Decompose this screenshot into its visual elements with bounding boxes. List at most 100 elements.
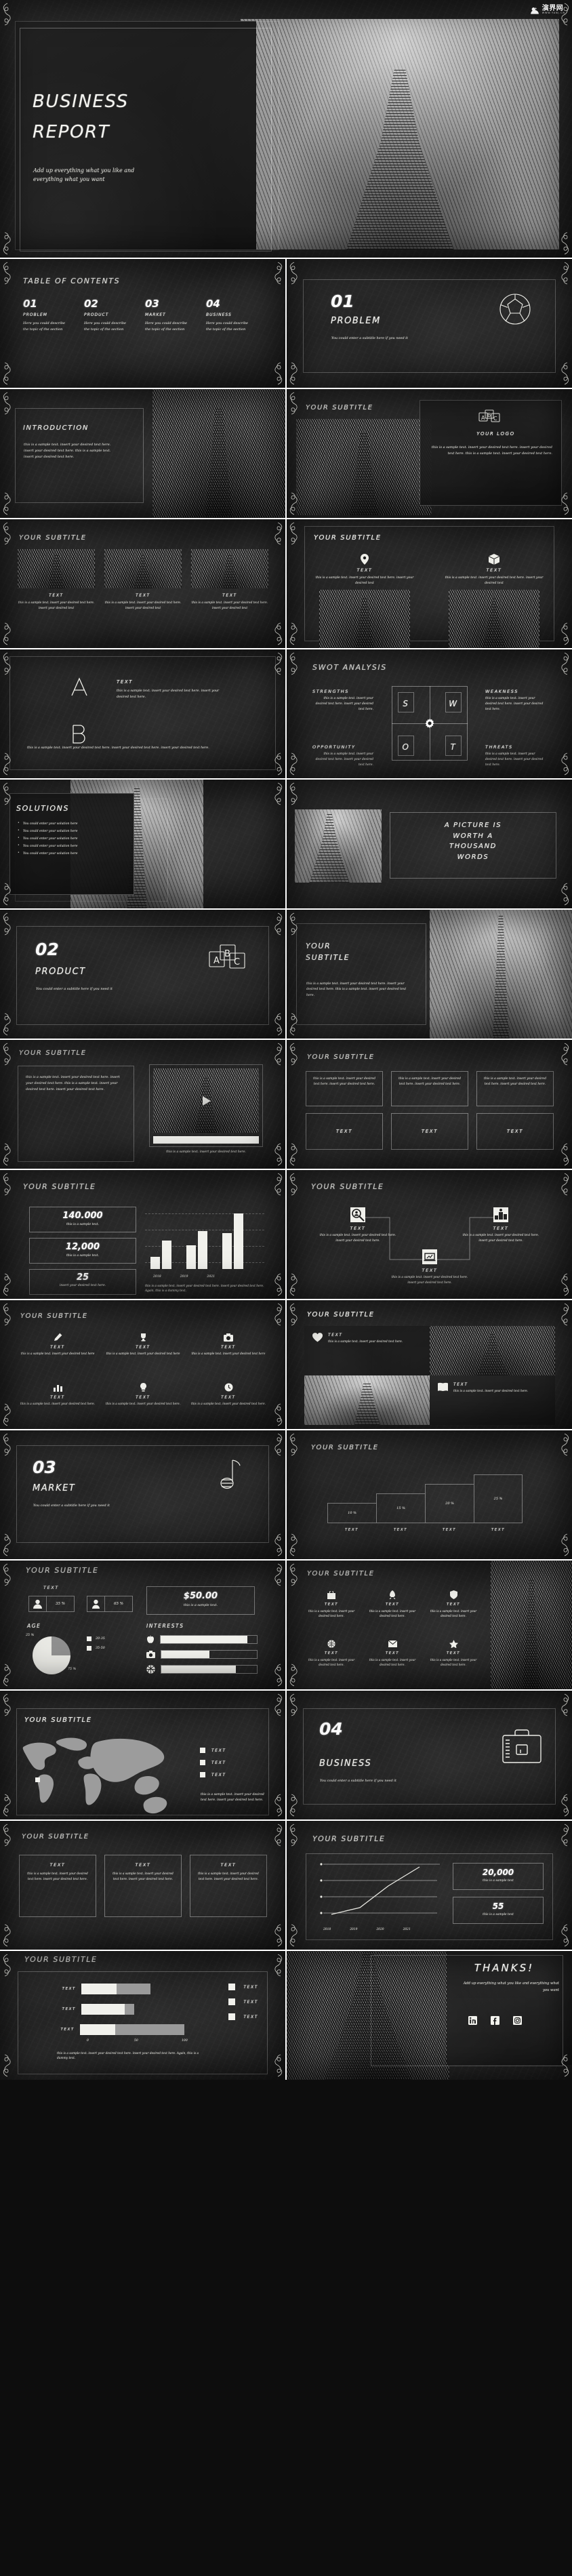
process-step[interactable]: TEXT this is a sample text. insert your … bbox=[390, 1249, 470, 1285]
slide-section-04[interactable]: 04 BUSINESS You could enter a subtitle h… bbox=[287, 1691, 572, 1819]
mosaic-cell[interactable]: TEXT this is a sample text. insert your … bbox=[430, 1375, 555, 1425]
icon-card[interactable]: TEXT this is a sample text. insert your … bbox=[426, 1636, 481, 1668]
icon-card[interactable]: TEXT this is a sample text. insert your … bbox=[190, 1330, 267, 1357]
kpi-box[interactable]: 20,000 this is a sample text bbox=[453, 1863, 544, 1890]
text-card[interactable]: this is a sample text. insert your desir… bbox=[476, 1071, 554, 1106]
slide-horizontal-bar-chart[interactable]: YOUR SUBTITLE TEXT TEXT TEXT 0 50 100 TE… bbox=[0, 1951, 285, 2080]
process-step[interactable]: TEXT this is a sample text. insert your … bbox=[461, 1207, 541, 1243]
mosaic-cell[interactable]: TEXT this is a sample text. insert your … bbox=[304, 1326, 430, 1375]
slide-section-03[interactable]: 03 MARKET You could enter a subtitle her… bbox=[0, 1430, 285, 1559]
label-card[interactable]: TEXT bbox=[476, 1113, 554, 1150]
slide-three-photo-cards[interactable]: YOUR SUBTITLE TEXT this is a sample text… bbox=[0, 519, 285, 648]
slide-subtitle-photo[interactable]: YOUR SUBTITLE this is a sample text. ins… bbox=[287, 910, 572, 1039]
icon-card[interactable]: TEXT this is a sample text. insert your … bbox=[304, 1588, 359, 1619]
ornament-icon bbox=[272, 362, 283, 385]
toc-item-04[interactable]: 04 BUSINESS Here you could describe the … bbox=[206, 298, 267, 332]
linkedin-icon[interactable] bbox=[468, 2016, 477, 2025]
slide-section-01[interactable]: 01 PROBLEM You could enter a subtitle he… bbox=[287, 259, 572, 388]
toc-item-03[interactable]: 03 MARKET Here you could describe the to… bbox=[145, 298, 206, 332]
icon-card[interactable]: TEXT this is a sample text. insert your … bbox=[304, 1636, 359, 1668]
slide-ab-letters[interactable]: TEXT this is a sample text. insert your … bbox=[0, 649, 285, 778]
slide-three-box-cards[interactable]: YOUR SUBTITLE this is a sample text. ins… bbox=[287, 1040, 572, 1169]
label-card[interactable]: TEXT bbox=[306, 1113, 383, 1150]
process-step[interactable]: TEXT this is a sample text. insert your … bbox=[318, 1207, 398, 1243]
photo-card[interactable]: TEXT this is a sample text. insert your … bbox=[18, 549, 95, 611]
text-card[interactable]: this is a sample text. insert your desir… bbox=[391, 1071, 468, 1106]
price-box[interactable]: $50.00 this is a sample text. bbox=[146, 1586, 255, 1615]
legend-label: TEXT bbox=[243, 1984, 258, 1990]
watermark-url: WWW.YANJ.CN bbox=[542, 12, 565, 15]
photo-card[interactable]: TEXT this is a sample text. insert your … bbox=[191, 549, 268, 611]
timeline-step[interactable]: 15 % TEXT bbox=[376, 1493, 425, 1532]
list-item[interactable]: You could enter your solution here bbox=[18, 836, 99, 842]
slide-table-of-contents[interactable]: TABLE OF CONTENTS 01 PROBLEM Here you co… bbox=[0, 259, 285, 388]
icon-card[interactable]: TEXT this is a sample text. insert your … bbox=[365, 1588, 420, 1619]
icon-card[interactable]: TEXT this is a sample text. insert your … bbox=[314, 552, 415, 587]
hbar-legend: TEXT TEXT TEXT bbox=[228, 1984, 258, 2020]
legend-swatch bbox=[87, 1636, 91, 1641]
slide-process[interactable]: YOUR SUBTITLE TEXT this is a sample text… bbox=[287, 1170, 572, 1299]
text-card[interactable]: this is a sample text. insert your desir… bbox=[306, 1071, 383, 1106]
slide-six-icon-cards[interactable]: YOUR SUBTITLE TEXT this is a sample text… bbox=[0, 1300, 285, 1429]
toc-item-01[interactable]: 01 PROBLEM Here you could describe the t… bbox=[23, 298, 84, 332]
swot-threats[interactable]: THREATS this is a sample text. insert yo… bbox=[485, 744, 546, 768]
toc-item-02[interactable]: 02 PRODUCT Here you could describe the t… bbox=[84, 298, 145, 332]
map-marker[interactable] bbox=[35, 1777, 40, 1782]
facebook-icon[interactable] bbox=[491, 2016, 499, 2025]
list-item[interactable]: You could enter your solution here bbox=[18, 843, 99, 849]
list-item[interactable]: You could enter your solution here bbox=[18, 821, 99, 827]
icon-card[interactable]: TEXT this is a sample text. insert your … bbox=[104, 1380, 182, 1407]
icon-card[interactable]: TEXT this is a sample text. insert your … bbox=[19, 1330, 96, 1357]
slide-quote[interactable]: A PICTURE IS WORTH A THOUSAND WORDS bbox=[287, 780, 572, 908]
icon-card[interactable]: TEXT this is a sample text. insert your … bbox=[365, 1636, 420, 1668]
icon-card[interactable]: TEXT this is a sample text. insert your … bbox=[426, 1588, 481, 1619]
slide-line-chart[interactable]: YOUR SUBTITLE 2018 2019 2020 2021 20,000… bbox=[287, 1821, 572, 1950]
video-player[interactable] bbox=[149, 1064, 263, 1147]
slide-solutions[interactable]: SOLUTIONS You could enter your solution … bbox=[0, 780, 285, 908]
slide-demographics[interactable]: YOUR SUBTITLE TEXT 35 % 65 % $50.00 this… bbox=[0, 1561, 285, 1689]
swot-strengths[interactable]: STRENGTHS this is a sample text. insert … bbox=[312, 689, 373, 712]
text-card[interactable]: TEXT this is a sample text. insert your … bbox=[190, 1855, 267, 1917]
video-progress-bar[interactable] bbox=[153, 1136, 259, 1144]
list-item[interactable]: You could enter your solution here bbox=[18, 828, 99, 834]
text-card[interactable]: TEXT this is a sample text. insert your … bbox=[19, 1855, 96, 1917]
timeline-step[interactable]: 10 % TEXT bbox=[327, 1503, 376, 1532]
icon-card[interactable]: TEXT this is a sample text. insert your … bbox=[19, 1380, 96, 1407]
instagram-icon[interactable] bbox=[513, 2016, 522, 2025]
slide-three-text-cards[interactable]: YOUR SUBTITLE TEXT this is a sample text… bbox=[0, 1821, 285, 1950]
swot-weakness[interactable]: WEAKNESS this is a sample text. insert y… bbox=[485, 689, 546, 712]
slide-section-02[interactable]: 02 PRODUCT You could enter a subtitle he… bbox=[0, 910, 285, 1039]
slide-two-icon-cards[interactable]: YOUR SUBTITLE TEXT this is a sample text… bbox=[287, 519, 572, 648]
ornament-icon bbox=[289, 1043, 300, 1066]
icon-card[interactable]: TEXT this is a sample text. insert your … bbox=[190, 1380, 267, 1407]
play-icon[interactable] bbox=[201, 1095, 211, 1106]
icon-card[interactable]: TEXT this is a sample text. insert your … bbox=[104, 1330, 182, 1357]
gender-stat-man[interactable]: 35 % bbox=[28, 1596, 75, 1612]
slide-timeline-steps[interactable]: YOUR SUBTITLE 10 % TEXT 15 % TEXT 20 % T… bbox=[287, 1430, 572, 1559]
timeline-step[interactable]: 25 % TEXT bbox=[474, 1474, 523, 1532]
label-card[interactable]: TEXT bbox=[391, 1113, 468, 1150]
slide-subtitle: YOUR SUBTITLE bbox=[22, 1833, 89, 1840]
slide-mosaic[interactable]: YOUR SUBTITLE TEXT this is a sample text… bbox=[287, 1300, 572, 1429]
slide-icons-with-photo[interactable]: YOUR SUBTITLE TEXT this is a sample text… bbox=[287, 1561, 572, 1689]
kpi-box[interactable]: 140.000 this is a sample text. bbox=[29, 1207, 136, 1232]
timeline-step[interactable]: 20 % TEXT bbox=[425, 1484, 474, 1532]
kpi-box[interactable]: 12,000 this is a sample text. bbox=[29, 1238, 136, 1264]
swot-opportunity[interactable]: OPPORTUNITY this is a sample text. inser… bbox=[312, 744, 373, 768]
kpi-box[interactable]: 55 this is a sample text bbox=[453, 1897, 544, 1924]
slide-introduction[interactable]: INTRODUCTION this is a sample text. inse… bbox=[0, 389, 285, 518]
slide-world-map[interactable]: YOUR SUBTITLE TEXT TEXT TEXT this is a s… bbox=[0, 1691, 285, 1819]
slide-your-logo[interactable]: YOUR SUBTITLE A B C YOUR LOGO this is a … bbox=[287, 389, 572, 518]
gender-stat-woman[interactable]: 65 % bbox=[87, 1596, 133, 1612]
kpi-box[interactable]: 25 insert your desired text here. bbox=[29, 1269, 136, 1295]
slide-cover[interactable]: 演界网 WWW.YANJ.CN BUSINESS REPORT Add up e… bbox=[0, 0, 572, 258]
ornament-icon bbox=[272, 622, 283, 645]
slide-video[interactable]: YOUR SUBTITLE this is a sample text. ins… bbox=[0, 1040, 285, 1169]
slide-swot-analysis[interactable]: SWOT ANALYSIS STRENGTHS this is a sample… bbox=[287, 649, 572, 778]
text-card[interactable]: TEXT this is a sample text. insert your … bbox=[104, 1855, 182, 1917]
list-item[interactable]: You could enter your solution here bbox=[18, 851, 99, 857]
photo-card[interactable]: TEXT this is a sample text. insert your … bbox=[104, 549, 182, 611]
icon-card[interactable]: TEXT this is a sample text. insert your … bbox=[443, 552, 545, 587]
slide-stats-bar-chart[interactable]: YOUR SUBTITLE 140.000 this is a sample t… bbox=[0, 1170, 285, 1299]
slide-thanks[interactable]: THANKS! Add up everything what you like … bbox=[287, 1951, 572, 2080]
